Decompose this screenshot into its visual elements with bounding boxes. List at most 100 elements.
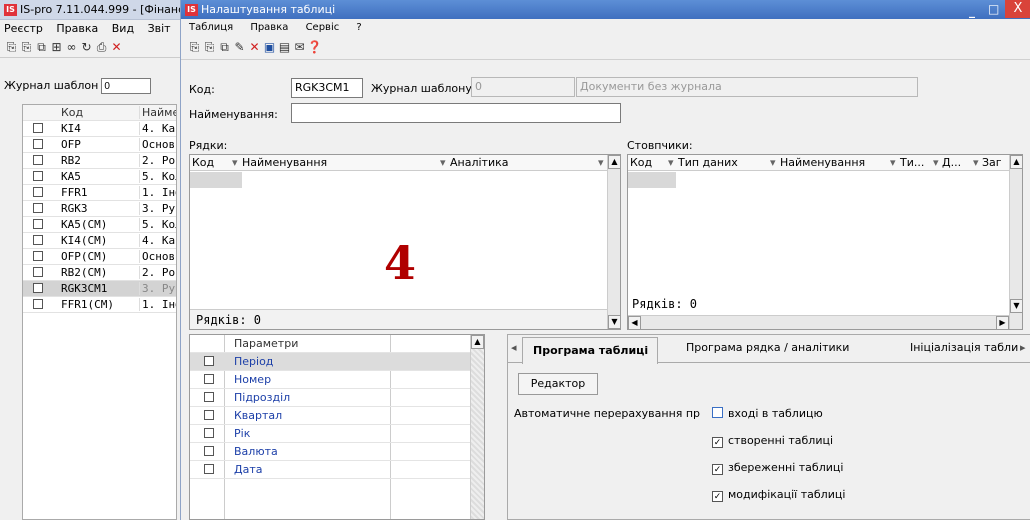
dialog-title-bar[interactable]: IS Налаштування таблиці (181, 0, 1030, 19)
row-checkbox[interactable] (33, 171, 43, 181)
menu-help[interactable]: ? (356, 22, 361, 33)
table-row[interactable]: RB2(CM) 2. Роз (23, 265, 176, 281)
link-icon[interactable]: ∞ (64, 40, 79, 54)
menu-edit[interactable]: Правка (56, 22, 98, 35)
background-window-title-bar[interactable]: ISIS-pro 7.11.044.999 - [Фінансова звітн… (0, 0, 185, 20)
parameter-checkbox[interactable] (204, 410, 214, 420)
row-checkbox[interactable] (33, 139, 43, 149)
cols-col-code[interactable]: Код (630, 156, 652, 169)
table-row[interactable]: RGK3 3. Руз (23, 201, 176, 217)
tab-initialization[interactable]: Ініціалізація табли (910, 341, 1018, 354)
tab-table-program[interactable]: Програма таблиці (522, 337, 658, 364)
auto-recalc-option[interactable]: ✓ збереженні таблиці (712, 461, 843, 475)
cols-col-d[interactable]: Д... (942, 156, 961, 169)
scroll-up-icon[interactable]: ▲ (608, 155, 620, 169)
row-checkbox[interactable] (33, 283, 43, 293)
new-doc-icon[interactable]: ⎘ (4, 40, 19, 55)
tab-scroll-right-icon[interactable]: ▸ (1020, 341, 1026, 354)
table-row[interactable]: KI4(CM) 4. Кап (23, 233, 176, 249)
help-icon[interactable]: ❓ (307, 40, 322, 54)
parameter-checkbox[interactable] (204, 374, 214, 384)
print-icon[interactable]: ⎙ (94, 40, 109, 55)
mail-icon[interactable]: ✉ (292, 40, 307, 54)
new-sub-icon[interactable]: ⎘ (202, 40, 217, 55)
cols-col-zag[interactable]: Заг (982, 156, 1002, 169)
row-checkbox[interactable] (33, 235, 43, 245)
parameter-row[interactable]: Номер (190, 371, 470, 389)
rows-scrollbar[interactable]: ▲ ▼ (607, 155, 620, 329)
edit-icon[interactable]: ✎ (232, 40, 247, 54)
row-checkbox[interactable] (33, 299, 43, 309)
scroll-up-icon[interactable]: ▲ (1010, 155, 1022, 169)
auto-recalc-option[interactable]: ✓ створенні таблиці (712, 434, 833, 448)
menu-registry[interactable]: Реєстр (4, 22, 43, 35)
rows-col-code[interactable]: Код (192, 156, 214, 169)
parameter-row[interactable]: Підрозділ (190, 389, 470, 407)
column-header-name[interactable]: Наймен (139, 106, 176, 119)
menu-edit[interactable]: Правка (250, 22, 288, 33)
table-row[interactable]: OFP(CM) Основ (23, 249, 176, 265)
row-checkbox[interactable] (33, 267, 43, 277)
table-row[interactable]: KI4 4. Кап (23, 121, 176, 137)
table-row[interactable]: RGK3CM1 3. Руз (23, 281, 176, 297)
column-header-code[interactable]: Код (61, 106, 83, 119)
rows-col-name[interactable]: Найменування (242, 156, 327, 169)
editor-button[interactable]: Редактор (518, 373, 598, 395)
refresh-icon[interactable]: ↻ (79, 40, 94, 54)
scroll-down-icon[interactable]: ▼ (608, 315, 620, 329)
table-row[interactable]: RB2 2. Роз (23, 153, 176, 169)
checkbox-checked-icon[interactable]: ✓ (712, 491, 723, 502)
copy-icon[interactable]: ⧉ (34, 40, 49, 55)
table-row[interactable]: KA5(CM) 5. Кол (23, 217, 176, 233)
row-checkbox[interactable] (33, 251, 43, 261)
table-row[interactable]: OFP Основ (23, 137, 176, 153)
parameter-checkbox[interactable] (204, 356, 214, 366)
table-row[interactable]: FFR1 1. Інф (23, 185, 176, 201)
new-folder-icon[interactable]: ⎘ (19, 40, 34, 55)
name-field[interactable] (291, 103, 621, 123)
parameter-checkbox[interactable] (204, 428, 214, 438)
columns-hscrollbar[interactable]: ◀ ▶ (628, 315, 1010, 329)
rows-grid-selected-cell[interactable] (190, 172, 242, 188)
scroll-up-icon[interactable]: ▲ (471, 335, 484, 349)
row-checkbox[interactable] (33, 219, 43, 229)
columns-grid[interactable]: Код ▾ Тип даних ▾ Найменування ▾ Ти... ▾… (627, 154, 1023, 330)
parameter-row[interactable]: Рік (190, 425, 470, 443)
cols-col-ti[interactable]: Ти... (900, 156, 924, 169)
checkbox-checked-icon[interactable]: ✓ (712, 437, 723, 448)
delete-icon[interactable]: ✕ (247, 40, 262, 54)
cols-col-name[interactable]: Найменування (780, 156, 865, 169)
delete-icon[interactable]: ✕ (109, 40, 124, 54)
scroll-left-icon[interactable]: ◀ (628, 316, 641, 329)
save-icon[interactable]: ▣ (262, 40, 277, 54)
row-checkbox[interactable] (33, 155, 43, 165)
menu-view[interactable]: Вид (112, 22, 134, 35)
tab-row-program[interactable]: Програма рядка / аналітики (686, 341, 849, 354)
columns-grid-selected-cell[interactable] (628, 172, 676, 188)
tab-scroll-left-icon[interactable]: ◂ (511, 341, 517, 354)
table-row[interactable]: FFR1(CM) 1. Інф (23, 297, 176, 313)
parameter-row[interactable]: Період (190, 353, 470, 371)
scroll-down-icon[interactable]: ▼ (1010, 299, 1022, 313)
maximize-button[interactable]: □ (988, 2, 999, 16)
parameter-checkbox[interactable] (204, 392, 214, 402)
copy-icon[interactable]: ⧉ (217, 40, 232, 55)
row-checkbox[interactable] (33, 123, 43, 133)
columns-scrollbar[interactable]: ▲ ▼ (1009, 155, 1022, 329)
table-row[interactable]: KA5 5. Кол (23, 169, 176, 185)
parameter-row[interactable]: Валюта (190, 443, 470, 461)
close-button[interactable]: X (1005, 0, 1030, 18)
scroll-right-icon[interactable]: ▶ (996, 316, 1009, 329)
rows-col-analytics[interactable]: Аналітика (450, 156, 509, 169)
auto-recalc-option[interactable]: вході в таблицю (712, 407, 823, 420)
parameter-checkbox[interactable] (204, 446, 214, 456)
form-icon[interactable]: ▤ (277, 40, 292, 54)
menu-report[interactable]: Звіт (148, 22, 171, 35)
menu-service[interactable]: Сервіс (306, 22, 340, 33)
minimize-button[interactable]: _ (969, 4, 975, 18)
auto-recalc-option[interactable]: ✓ модифікації таблиці (712, 488, 845, 502)
checkbox-checked-icon[interactable]: ✓ (712, 464, 723, 475)
checkbox-unchecked-icon[interactable] (712, 407, 723, 418)
tree-icon[interactable]: ⊞ (49, 40, 64, 54)
row-checkbox[interactable] (33, 203, 43, 213)
